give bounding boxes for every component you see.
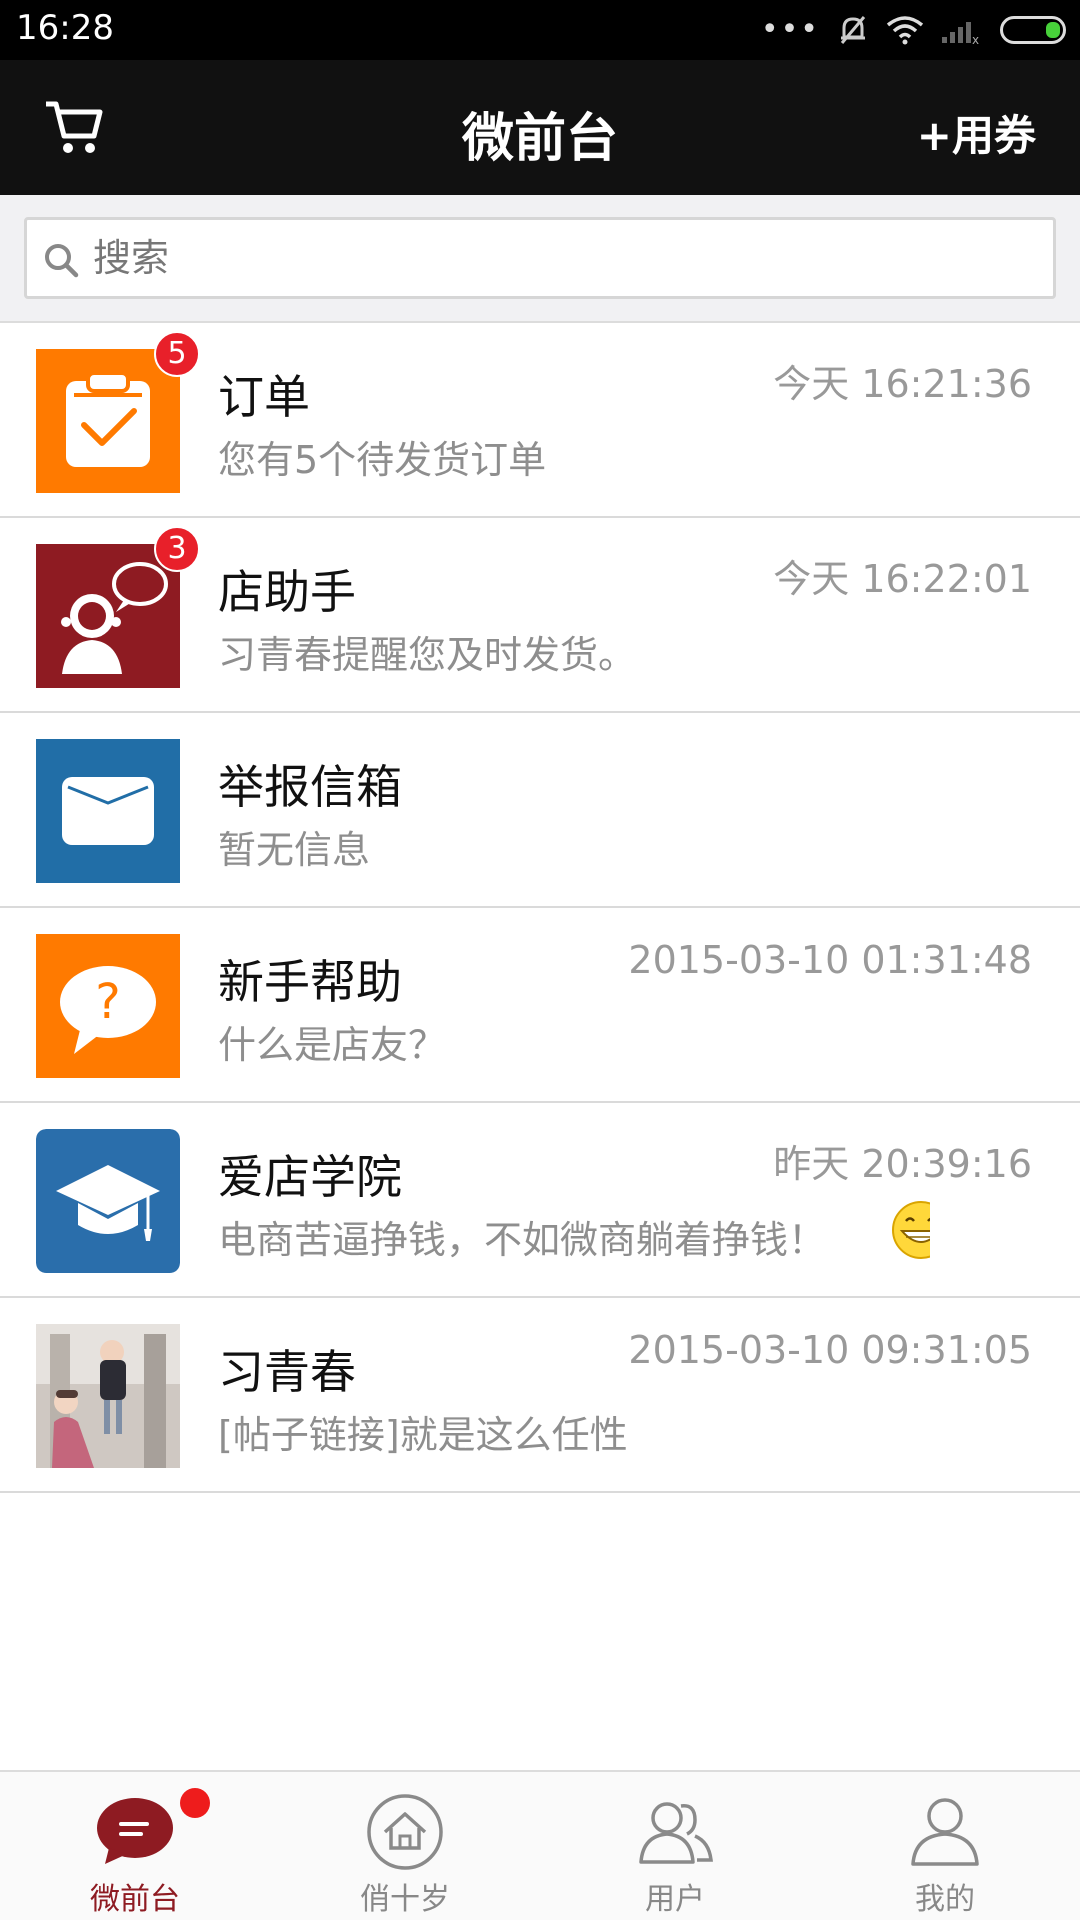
- item-title: 新手帮助: [218, 955, 402, 1009]
- question-bubble-icon: ?: [36, 934, 180, 1078]
- tab-users[interactable]: 用户: [540, 1772, 810, 1920]
- tab-label: 微前台: [90, 1882, 180, 1917]
- unread-badge: 5: [154, 331, 200, 377]
- search-bar: [0, 195, 1080, 323]
- chat-bubble-icon: [97, 1798, 173, 1864]
- list-item[interactable]: 举报信箱 暂无信息: [0, 713, 1080, 908]
- tab-label: 俏十岁: [360, 1882, 450, 1917]
- unread-badge: 3: [154, 526, 200, 572]
- item-time: 2015-03-10 09:31:05: [628, 1328, 1032, 1372]
- item-title: 订单: [218, 370, 310, 424]
- tab-shop[interactable]: 俏十岁: [270, 1772, 540, 1920]
- list-item[interactable]: 3 店助手 今天 16:22:01 习青春提醒您及时发货。: [0, 518, 1080, 713]
- search-input[interactable]: [93, 226, 993, 290]
- svg-text:?: ?: [95, 974, 120, 1030]
- tab-micro-front[interactable]: 微前台: [0, 1772, 270, 1920]
- search-icon: [45, 244, 79, 278]
- svg-text:x: x: [972, 33, 979, 45]
- item-title: 爱店学院: [218, 1150, 402, 1204]
- mute-bell-icon: [840, 16, 866, 44]
- home-icon: [367, 1794, 443, 1870]
- item-subtitle: 您有5个待发货订单: [218, 438, 547, 482]
- list-item[interactable]: ? 新手帮助 2015-03-10 01:31:48 什么是店友？: [0, 908, 1080, 1103]
- wifi-icon: [886, 16, 924, 45]
- item-subtitle: 电商苦逼挣钱，不如微商躺着挣钱！: [218, 1218, 827, 1262]
- message-list: 5 订单 今天 16:21:36 您有5个待发货订单 3 店助手 今天 16:2…: [0, 323, 1080, 1493]
- cart-icon: [46, 101, 103, 153]
- clipboard-check-icon: [36, 349, 180, 493]
- signal-icon: x: [942, 22, 979, 45]
- assistant-icon: [36, 544, 180, 688]
- item-subtitle: 暂无信息: [218, 828, 371, 872]
- search-box[interactable]: [24, 217, 1056, 299]
- tab-mine[interactable]: 我的: [810, 1772, 1080, 1920]
- item-time: 今天 16:21:36: [773, 362, 1032, 406]
- item-time: 昨天 20:39:16: [773, 1142, 1032, 1186]
- nav-bar: 微前台 +用券: [0, 60, 1080, 195]
- item-subtitle: [帖子链接]就是这么任性: [218, 1413, 628, 1457]
- tab-label: 用户: [645, 1882, 705, 1917]
- list-item[interactable]: 习青春 2015-03-10 09:31:05 [帖子链接]就是这么任性: [0, 1298, 1080, 1493]
- item-time: 今天 16:22:01: [773, 557, 1032, 601]
- status-bar: 16:28 ••• x: [0, 0, 1080, 60]
- item-time: 2015-03-10 01:31:48: [628, 938, 1032, 982]
- app-screen: 16:28 ••• x 微前台 +用券 搜索 5 订单 今天 16:21:36 …: [0, 0, 1080, 1920]
- item-subtitle: 什么是店友？: [218, 1023, 447, 1067]
- list-item[interactable]: 爱店学院 昨天 20:39:16 电商苦逼挣钱，不如微商躺着挣钱！: [0, 1103, 1080, 1298]
- tab-label: 我的: [915, 1882, 975, 1917]
- photo-avatar: [36, 1324, 180, 1468]
- more-dots-icon: •••: [760, 12, 820, 47]
- notification-dot: [180, 1788, 210, 1818]
- status-icons: ••• x: [761, 12, 1066, 48]
- grin-emoji-icon: [890, 1199, 930, 1261]
- item-title: 习青春: [218, 1345, 356, 1399]
- use-coupon-button[interactable]: +用券: [917, 102, 1036, 163]
- item-title: 举报信箱: [218, 760, 402, 814]
- status-time: 16:28: [16, 8, 114, 48]
- item-title: 店助手: [218, 565, 356, 619]
- person-icon: [911, 1798, 979, 1866]
- cart-button[interactable]: [42, 96, 106, 160]
- battery-icon: [1000, 16, 1066, 44]
- tab-bar: 微前台 俏十岁 用户 我的: [0, 1770, 1080, 1920]
- envelope-icon: [36, 739, 180, 883]
- users-icon: [639, 1802, 713, 1864]
- item-subtitle: 习青春提醒您及时发货。: [218, 633, 637, 677]
- list-item[interactable]: 5 订单 今天 16:21:36 您有5个待发货订单: [0, 323, 1080, 518]
- graduation-cap-icon: [36, 1129, 180, 1273]
